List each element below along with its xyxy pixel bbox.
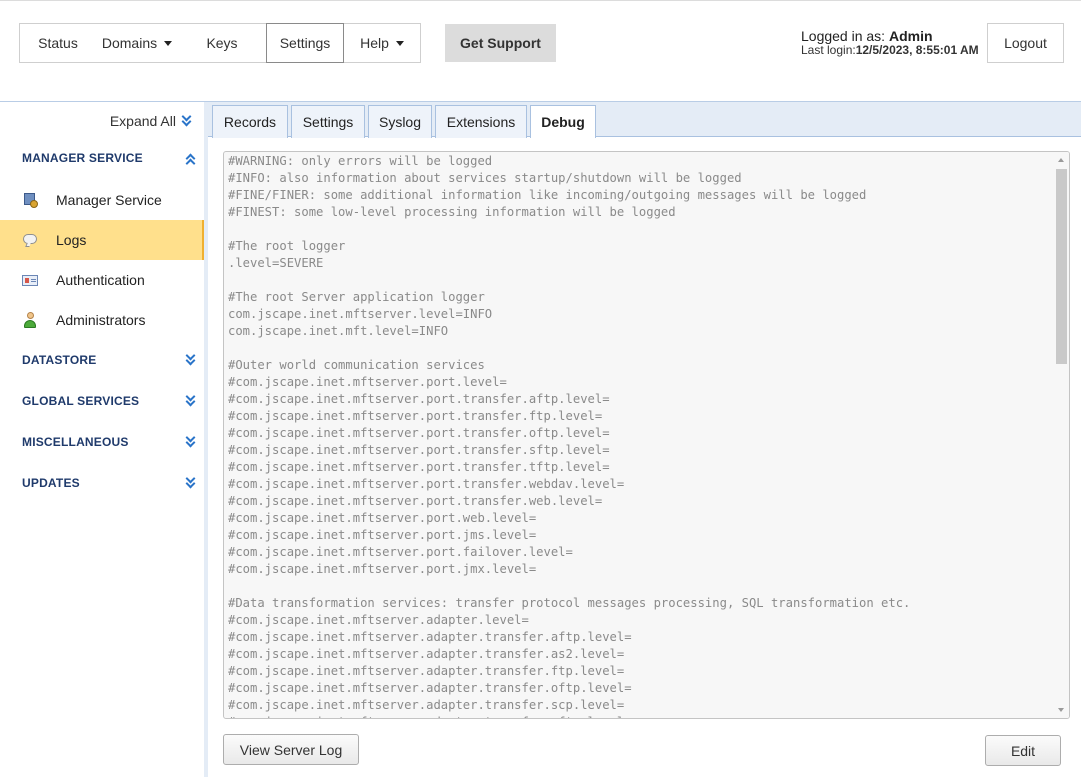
- debug-config-editor[interactable]: #WARNING: only errors will be logged #IN…: [223, 151, 1070, 719]
- section-manager-service[interactable]: MANAGER SERVICE: [0, 143, 204, 173]
- last-login-time: 12/5/2023, 8:55:01 AM: [855, 43, 979, 57]
- tab-label: Syslog: [378, 114, 422, 130]
- sidebar-item-label: Administrators: [56, 312, 146, 328]
- tab-settings[interactable]: Settings: [291, 105, 365, 138]
- id-card-icon: [22, 272, 38, 288]
- user-icon: [22, 312, 38, 328]
- sidebar: Expand All MANAGER SERVICE Manager Servi…: [0, 102, 204, 777]
- nav-settings[interactable]: Settings: [266, 23, 344, 63]
- tab-label: Records: [223, 114, 277, 130]
- section-label: GLOBAL SERVICES: [22, 394, 140, 408]
- top-rule: [0, 0, 1081, 3]
- last-login-prefix: Last login:: [801, 43, 856, 57]
- expand-all-label: Expand All: [109, 113, 176, 129]
- section-label: DATASTORE: [22, 353, 97, 367]
- section-label: MISCELLANEOUS: [22, 435, 129, 449]
- scrollbar-thumb[interactable]: [1056, 169, 1067, 364]
- scroll-up-arrow-icon[interactable]: [1058, 158, 1064, 162]
- section-miscellaneous[interactable]: MISCELLANEOUS: [0, 427, 204, 457]
- edit-button[interactable]: Edit: [985, 735, 1061, 766]
- nav-domains[interactable]: Domains: [96, 24, 178, 62]
- sidebar-item-manager-service[interactable]: Manager Service: [0, 180, 204, 220]
- section-label: UPDATES: [22, 476, 80, 490]
- tab-label: Extensions: [446, 114, 516, 130]
- logout-button[interactable]: Logout: [987, 23, 1064, 63]
- sidebar-item-label: Logs: [56, 232, 87, 248]
- tab-extensions[interactable]: Extensions: [435, 105, 527, 138]
- username: Admin: [888, 28, 933, 44]
- nav-help[interactable]: Help: [344, 24, 420, 62]
- sidebar-item-label: Authentication: [56, 272, 145, 288]
- sidebar-edge: [204, 102, 208, 777]
- sidebar-item-label: Manager Service: [56, 192, 162, 208]
- double-chevron-up-icon: [185, 152, 196, 169]
- speech-bubble-icon: [22, 232, 38, 248]
- tab-bar: Records Settings Syslog Extensions Debug: [208, 102, 1081, 138]
- section-updates[interactable]: UPDATES: [0, 468, 204, 498]
- scroll-down-arrow-icon[interactable]: [1058, 708, 1064, 712]
- nav-status[interactable]: Status: [20, 24, 96, 62]
- tab-label: Debug: [541, 114, 585, 130]
- double-chevron-down-icon: [185, 350, 196, 366]
- double-chevron-down-icon: [185, 473, 196, 489]
- server-icon: [22, 192, 38, 208]
- top-nav: Status Domains Keys Settings Help: [19, 23, 421, 63]
- nav-help-label: Help: [360, 35, 389, 51]
- tab-syslog[interactable]: Syslog: [368, 105, 432, 138]
- expand-all-button[interactable]: Expand All: [109, 111, 192, 129]
- sidebar-item-authentication[interactable]: Authentication: [0, 260, 204, 300]
- debug-config-text[interactable]: #WARNING: only errors will be logged #IN…: [228, 153, 1051, 718]
- nav-domains-label: Domains: [101, 35, 158, 51]
- tab-records[interactable]: Records: [212, 105, 288, 138]
- tab-label: Settings: [302, 114, 354, 130]
- tab-debug[interactable]: Debug: [530, 105, 596, 138]
- section-global-services[interactable]: GLOBAL SERVICES: [0, 386, 204, 416]
- sidebar-item-administrators[interactable]: Administrators: [0, 300, 204, 340]
- double-chevron-down-icon: [185, 391, 196, 407]
- sidebar-item-logs[interactable]: Logs: [0, 220, 204, 260]
- nav-keys-label: Keys: [206, 35, 238, 51]
- view-server-log-button[interactable]: View Server Log: [223, 734, 359, 765]
- caret-down-icon: [395, 40, 404, 46]
- editor-scrollbar[interactable]: [1053, 152, 1069, 718]
- double-chevron-down-icon: [185, 432, 196, 448]
- section-label: MANAGER SERVICE: [22, 151, 143, 165]
- logged-in-prefix: Logged in as:: [801, 28, 886, 44]
- nav-keys[interactable]: Keys: [178, 24, 266, 62]
- nav-settings-label: Settings: [279, 35, 331, 51]
- section-datastore[interactable]: DATASTORE: [0, 345, 204, 375]
- nav-status-label: Status: [38, 35, 78, 51]
- login-info: Logged in as: Admin Last login:12/5/2023…: [801, 28, 979, 57]
- caret-down-icon: [164, 40, 173, 46]
- double-chevron-down-icon: [181, 111, 192, 127]
- get-support-button[interactable]: Get Support: [445, 24, 556, 62]
